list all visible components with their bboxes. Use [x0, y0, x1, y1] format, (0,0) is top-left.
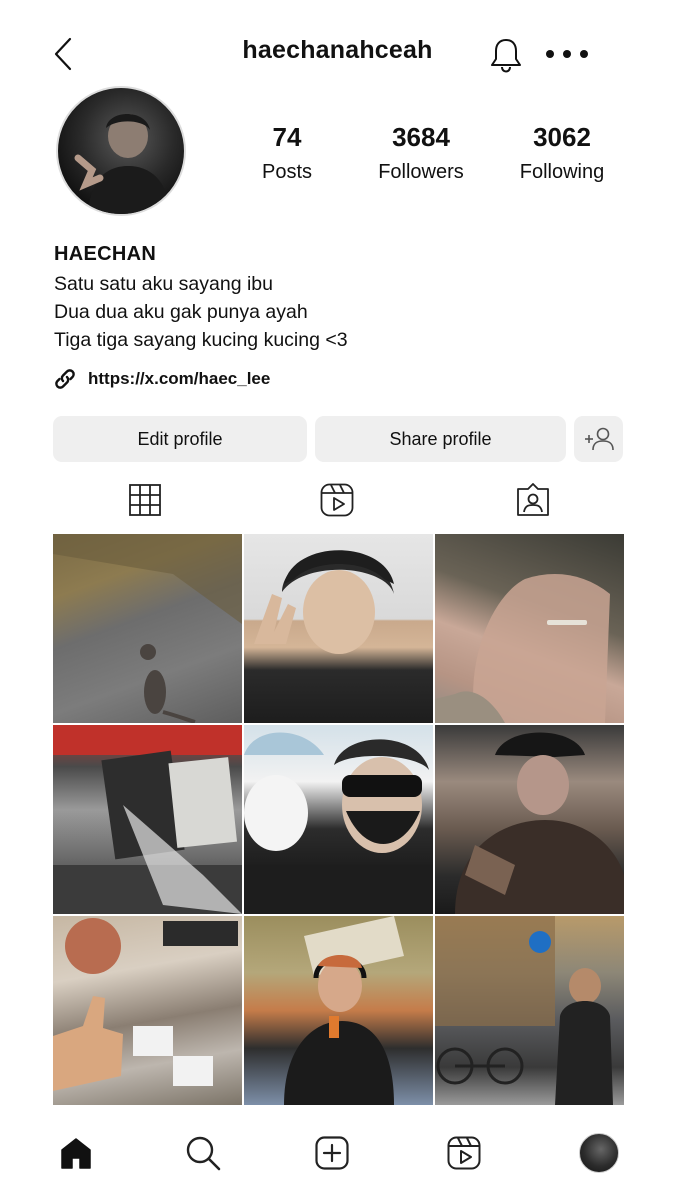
followers-count-label: Followers	[378, 161, 464, 183]
add-person-icon	[584, 427, 614, 451]
search-icon	[186, 1136, 221, 1171]
nav-create[interactable]	[309, 1130, 355, 1176]
bio-line: Satu satu aku sayang ibu	[54, 273, 273, 295]
followers-count-value: 3684	[392, 122, 450, 152]
masked-selfie	[244, 732, 433, 914]
profile-photo	[74, 114, 170, 214]
reels-icon	[320, 483, 354, 517]
profile-link[interactable]: https://x.com/haec_lee	[52, 365, 270, 393]
nav-profile[interactable]	[576, 1130, 622, 1176]
post-thumbnail[interactable]	[435, 916, 624, 1105]
following-count-value: 3062	[533, 122, 591, 152]
plus-square-icon	[315, 1136, 349, 1170]
post-thumbnail[interactable]	[53, 916, 242, 1105]
more-horizontal-icon	[546, 50, 588, 58]
record-store	[53, 725, 242, 914]
more-options-button[interactable]	[544, 44, 590, 64]
avatar	[579, 1133, 619, 1173]
posts-grid	[53, 534, 624, 1105]
cat-on-road	[53, 534, 242, 723]
post-thumbnail[interactable]	[435, 725, 624, 914]
chevron-left-icon	[54, 37, 72, 71]
post-thumbnail[interactable]	[244, 725, 433, 914]
discover-people-button[interactable]	[574, 416, 623, 462]
cap-portrait	[455, 732, 624, 914]
nav-search[interactable]	[180, 1130, 226, 1176]
tab-reels[interactable]	[318, 481, 356, 519]
posts-count-value: 74	[272, 122, 302, 152]
headphones-room	[284, 916, 404, 1105]
top-bar: haechanahceah	[0, 0, 675, 100]
grid-icon	[129, 484, 161, 516]
notifications-button[interactable]	[488, 36, 524, 74]
following-count[interactable]: 3062 Following	[497, 122, 627, 184]
profile-link-text[interactable]: https://x.com/haec_lee	[88, 369, 270, 389]
profile-bio: HAECHAN Satu satu aku sayang ibu Dua dua…	[54, 243, 614, 354]
post-thumbnail[interactable]	[53, 534, 242, 723]
tab-posts-grid[interactable]	[126, 481, 164, 519]
ring-hand	[435, 574, 610, 723]
edit-profile-button[interactable]: Edit profile	[53, 416, 307, 462]
followers-count[interactable]: 3684 Followers	[356, 122, 486, 184]
post-thumbnail[interactable]	[244, 916, 433, 1105]
street-bicycles	[435, 916, 613, 1105]
peace-sign-selfie	[254, 550, 394, 654]
link-icon	[55, 369, 75, 389]
back-button[interactable]	[48, 34, 78, 74]
posts-count-label: Posts	[261, 161, 313, 183]
tagged-icon	[517, 483, 549, 516]
posts-count[interactable]: 74 Posts	[222, 122, 352, 184]
post-thumbnail[interactable]	[435, 534, 624, 723]
bell-icon	[491, 39, 521, 73]
bio-line: Dua dua aku gak punya ayah	[54, 301, 308, 323]
bottom-navigation	[0, 1120, 675, 1190]
nav-reels[interactable]	[441, 1130, 487, 1176]
tab-tagged[interactable]	[514, 481, 552, 519]
following-count-label: Following	[519, 161, 605, 183]
post-thumbnail[interactable]	[244, 534, 433, 723]
nav-home[interactable]	[53, 1130, 99, 1176]
share-profile-button[interactable]: Share profile	[315, 416, 566, 462]
thumbs-up-studio	[53, 918, 238, 1091]
reels-icon	[447, 1136, 481, 1170]
display-name: HAECHAN	[54, 243, 157, 265]
post-thumbnail[interactable]	[53, 725, 242, 914]
profile-avatar[interactable]	[56, 86, 186, 216]
bio-line: Tiga tiga sayang kucing kucing <3	[54, 329, 348, 351]
home-icon	[61, 1138, 91, 1169]
